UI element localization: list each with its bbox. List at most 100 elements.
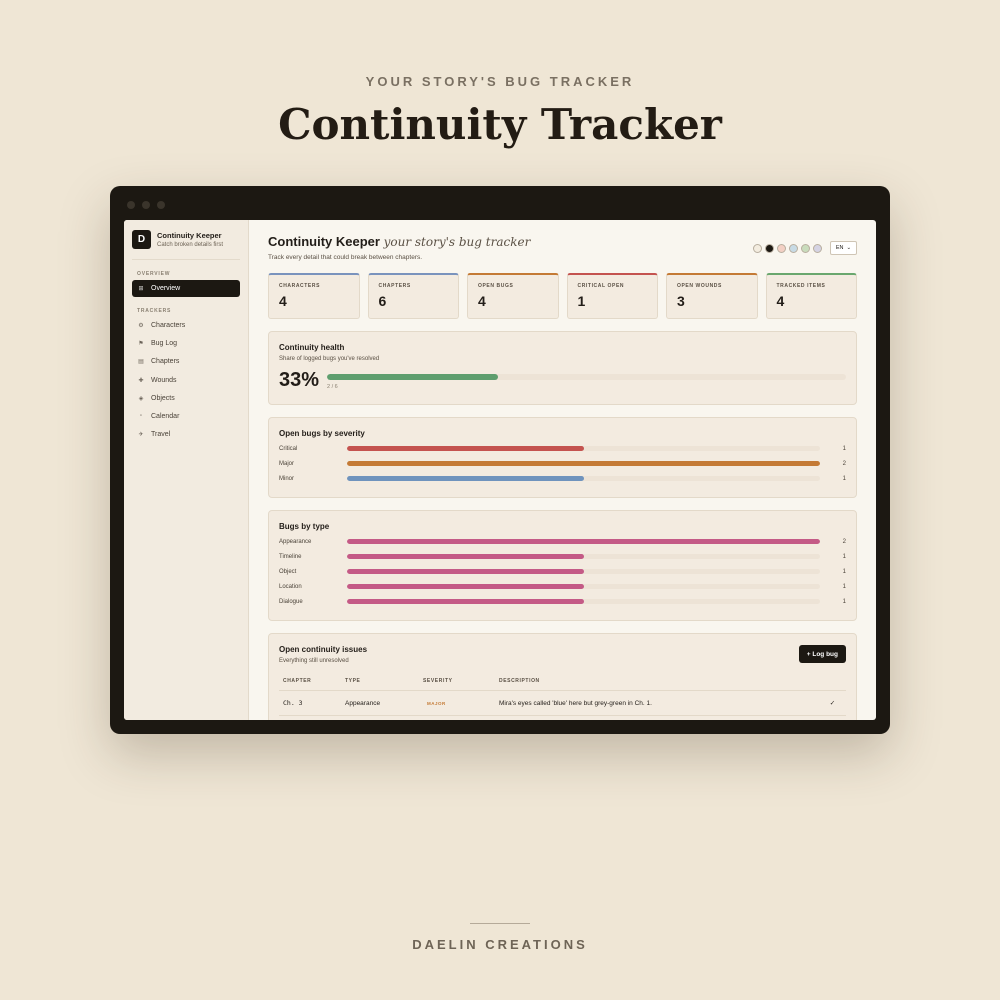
stat-label: CRITICAL OPEN: [577, 283, 625, 289]
theme-swatches: [753, 243, 822, 253]
stat-value: 3: [677, 293, 685, 309]
types-bar-fill: [347, 584, 584, 590]
health-subtitle: Share of logged bugs you've resolved: [279, 356, 380, 362]
stat-card-critical-open: CRITICAL OPEN 1: [566, 273, 658, 319]
stat-label: CHARACTERS: [279, 283, 320, 289]
main-title-italic: your story's bug tracker: [383, 235, 531, 249]
chapters-icon: ▤: [138, 359, 144, 366]
sidebar-tracker-list: ⚙ Characters ⚑ Bug Log ▤ Chapters ✚ Wounds ◈ Obje…: [132, 317, 240, 443]
sidebar-item-label: Calendar: [151, 412, 180, 420]
sidebar-item-bug-log[interactable]: ⚑ Bug Log: [132, 335, 240, 352]
severity-title: Open bugs by severity: [279, 429, 365, 438]
page-eyebrow: YOUR STORY'S BUG TRACKER: [365, 74, 635, 89]
severity-bars: Critical 1 Major 2 Minor 1: [279, 445, 846, 484]
types-row: Location 1: [279, 583, 846, 592]
stat-value: 4: [279, 293, 287, 309]
severity-bar-fill: [347, 476, 584, 482]
theme-swatch[interactable]: [753, 243, 762, 253]
severity-row: Critical 1: [279, 445, 846, 454]
issue-severity-cell: MAJOR: [419, 690, 495, 716]
theme-swatch[interactable]: [801, 243, 810, 253]
sidebar-item-label: Travel: [151, 431, 171, 439]
calendar-icon: ▫: [139, 413, 143, 420]
main-title: Continuity Keeper your story's bug track…: [268, 234, 530, 249]
theme-swatch[interactable]: [777, 243, 786, 253]
issues-table: CHAPTER TYPE SEVERITY DESCRIPTION Ch. 3 Appe…: [279, 672, 846, 716]
type-card: Bugs by type Appearance 2 Timeline 1 Object 1…: [268, 510, 857, 621]
language-select[interactable]: EN ⌄: [830, 241, 857, 255]
app-screen: D Continuity Keeper Catch broken details…: [124, 220, 876, 720]
severity-row: Minor 1: [279, 475, 846, 484]
sidebar-item-travel[interactable]: ✈ Travel: [132, 426, 240, 443]
sidebar-item-chapters[interactable]: ▤ Chapters: [132, 353, 240, 370]
types-bar-fill: [347, 569, 584, 575]
nav-section-overview: OVERVIEW: [137, 271, 171, 277]
sidebar-item-label: Wounds: [151, 376, 177, 384]
type-title: Bugs by type: [279, 522, 330, 531]
column-header-type: TYPE: [341, 672, 419, 691]
column-header-chapter: CHAPTER: [279, 672, 341, 691]
types-count: 1: [842, 598, 846, 605]
sidebar-item-label: Objects: [151, 394, 175, 402]
footer-divider: [470, 923, 530, 924]
types-count: 1: [842, 568, 846, 575]
types-label: Object: [279, 568, 297, 575]
window-dot-minimize[interactable]: [142, 201, 150, 209]
continuity-health-card: Continuity health Share of logged bugs y…: [268, 331, 857, 405]
types-label: Appearance: [279, 538, 312, 545]
severity-label: Minor: [279, 475, 295, 482]
severity-count: 1: [842, 475, 846, 482]
language-value: EN: [835, 245, 844, 251]
sidebar-item-label: Bug Log: [151, 340, 178, 348]
types-label: Dialogue: [279, 598, 303, 605]
sidebar-item-label: Characters: [151, 322, 186, 329]
chevron-down-icon: ⌄: [846, 245, 852, 251]
issue-chapter: Ch. 3: [279, 690, 341, 716]
main-content: Continuity Keeper your story's bug track…: [249, 220, 876, 720]
type-bars: Appearance 2 Timeline 1 Object 1 Location 1 Dial…: [279, 538, 846, 607]
theme-swatch[interactable]: [765, 243, 774, 253]
severity-label: Critical: [279, 445, 298, 452]
open-issues-card: Open continuity issues Everything still …: [268, 633, 857, 720]
severity-count: 1: [842, 445, 846, 452]
sidebar-item-wounds[interactable]: ✚ Wounds: [132, 372, 240, 389]
severity-bar-track: [347, 461, 820, 467]
log-bug-button[interactable]: + Log bug: [798, 645, 846, 663]
health-fraction: 2 / 6: [327, 384, 338, 390]
issues-subtitle: Everything still unresolved: [279, 658, 349, 664]
header-controls: EN ⌄: [753, 241, 857, 255]
severity-bar-track: [347, 446, 820, 452]
types-row: Timeline 1: [279, 553, 846, 562]
types-label: Location: [279, 583, 302, 590]
types-bar-fill: [347, 539, 820, 545]
gear-icon: ⚙: [138, 323, 144, 329]
severity-row: Major 2: [279, 460, 846, 469]
sidebar-item-calendar[interactable]: ▫ Calendar: [132, 408, 240, 425]
stat-value: 4: [776, 293, 785, 309]
main-header: Continuity Keeper your story's bug track…: [268, 234, 857, 261]
types-bar-track: [347, 569, 820, 575]
column-header-severity: SEVERITY: [419, 672, 495, 691]
window-dot-close[interactable]: [127, 201, 135, 209]
sidebar-item-label: Chapters: [151, 358, 180, 366]
types-bar-fill: [347, 554, 584, 560]
stat-label: OPEN WOUNDS: [677, 283, 722, 289]
issues-table-header: CHAPTER TYPE SEVERITY DESCRIPTION: [279, 672, 846, 691]
window-dot-maximize[interactable]: [157, 201, 165, 209]
severity-bar-track: [347, 476, 820, 482]
types-bar-track: [347, 584, 820, 590]
device-frame: D Continuity Keeper Catch broken details…: [110, 186, 890, 734]
sidebar-item-overview[interactable]: ⊞ Overview: [132, 280, 240, 297]
sidebar-item-characters[interactable]: ⚙ Characters: [132, 317, 240, 334]
stat-label: OPEN BUGS: [478, 283, 514, 289]
table-row[interactable]: Ch. 3 Appearance MAJOR Mira's eyes called '…: [279, 690, 846, 716]
theme-swatch[interactable]: [789, 243, 798, 253]
stat-card-open-bugs: OPEN BUGS 4: [467, 273, 559, 319]
stat-card-characters: CHARACTERS 4: [268, 273, 360, 319]
sidebar-item-objects[interactable]: ◈ Objects: [132, 390, 240, 407]
theme-swatch[interactable]: [813, 243, 822, 253]
nav-section-trackers: TRACKERS: [137, 308, 172, 314]
sidebar-item-label: Overview: [151, 285, 181, 292]
resolve-check-icon[interactable]: ✓: [818, 690, 846, 716]
types-row: Object 1: [279, 568, 846, 577]
